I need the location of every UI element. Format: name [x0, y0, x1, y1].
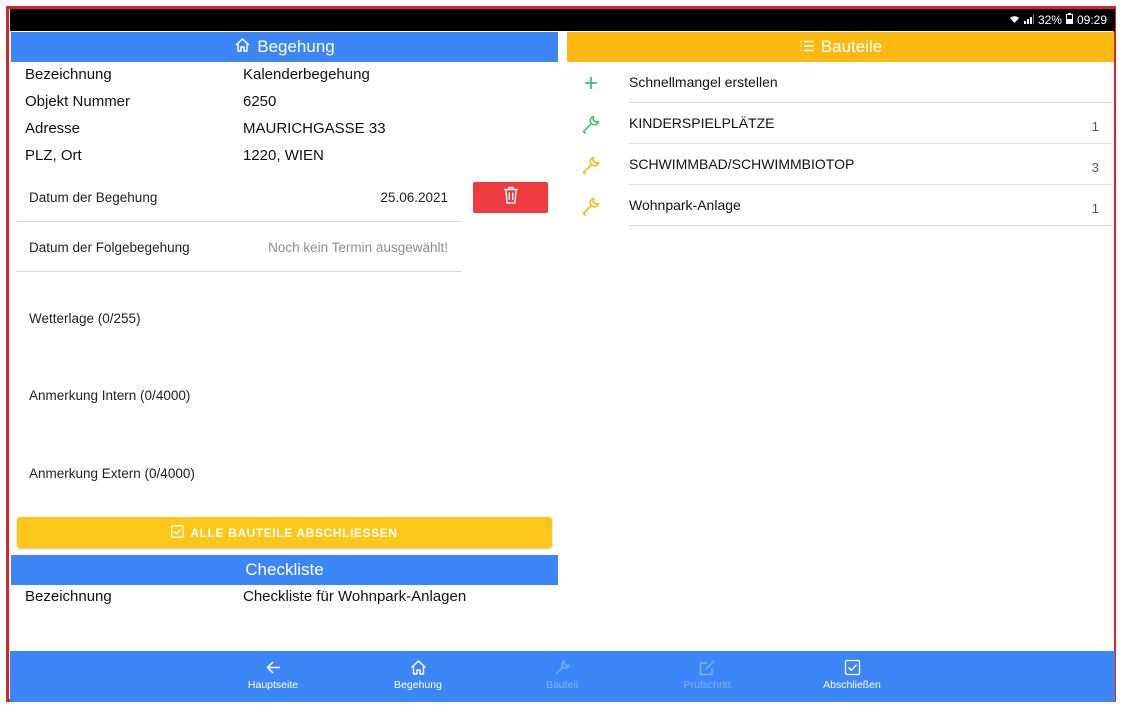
battery-percent: 32%	[1037, 13, 1062, 27]
wrench-icon	[555, 660, 570, 675]
info-value: MAURICHGASSE 33	[243, 120, 386, 137]
nav-label: Abschließen	[823, 679, 881, 691]
info-label: PLZ, Ort	[25, 147, 82, 164]
quick-add-label: Schnellmangel erstellen	[629, 74, 778, 90]
nav-abschliessen[interactable]: Abschließen	[802, 659, 902, 691]
status-bar: 32% 09:29	[10, 9, 1115, 31]
checkbox-icon	[171, 524, 185, 541]
bauteil-count: 3	[1091, 160, 1099, 175]
bauteil-item[interactable]: KINDERSPIELPLÄTZE 1	[567, 103, 1113, 144]
date-label: Datum der Begehung	[29, 190, 158, 205]
wetterlage-label: Wetterlage (0/255)	[29, 311, 141, 326]
info-value: 6250	[243, 93, 277, 110]
checkliste-label: Bezeichnung	[25, 588, 112, 605]
followup-label: Datum der Folgebegehung	[29, 240, 190, 255]
edit-icon	[699, 660, 715, 676]
date-value: 25.06.2021	[380, 190, 448, 205]
wrench-icon	[581, 114, 601, 134]
nav-begehung[interactable]: Begehung	[368, 659, 468, 691]
nav-label: Begehung	[394, 679, 442, 691]
bauteil-item[interactable]: SCHWIMMBAD/SCHWIMMBIOTOP 3	[567, 144, 1113, 185]
bauteile-panel: Bauteile Schnellmangel erstellen KINDERS…	[567, 32, 1114, 651]
trash-icon	[503, 186, 519, 209]
info-value: Kalenderbegehung	[243, 66, 370, 83]
arrow-left-icon	[265, 661, 280, 674]
bauteile-header: Bauteile	[567, 32, 1114, 62]
bauteil-item[interactable]: Wohnpark-Anlage 1	[567, 185, 1113, 226]
nav-label: Bauteil	[545, 679, 579, 691]
wrench-icon	[581, 155, 601, 175]
nav-label: Prüfschritt	[683, 679, 731, 691]
nav-pruefschritt[interactable]: Prüfschritt	[657, 659, 757, 691]
plus-icon	[581, 73, 601, 93]
signal-icon	[1023, 13, 1034, 27]
bottom-navigation: Hauptseite Begehung Bauteil Prüfschritt …	[10, 651, 1115, 702]
info-row-adresse: Adresse MAURICHGASSE 33	[25, 120, 386, 146]
quick-add-defect-item[interactable]: Schnellmangel erstellen	[567, 62, 1113, 103]
nav-label: Hauptseite	[247, 679, 299, 691]
list-icon	[799, 37, 815, 57]
nav-hauptseite[interactable]: Hauptseite	[223, 659, 323, 691]
divider	[629, 225, 1113, 226]
begehung-panel: Begehung Bezeichnung Kalenderbegehung Ob…	[11, 32, 558, 651]
anmerkung-extern-label: Anmerkung Extern (0/4000)	[29, 466, 195, 481]
home-icon	[410, 660, 426, 675]
checkbox-icon	[844, 659, 860, 676]
bauteil-count: 1	[1091, 119, 1099, 134]
checkliste-title: Checkliste	[245, 560, 324, 579]
bauteil-label: Wohnpark-Anlage	[629, 197, 741, 213]
wetterlage-field[interactable]: Wetterlage (0/255)	[29, 311, 141, 326]
nav-bauteil[interactable]: Bauteil	[512, 659, 612, 691]
anmerkung-intern-label: Anmerkung Intern (0/4000)	[29, 388, 191, 403]
info-label: Bezeichnung	[25, 66, 112, 83]
info-row-bezeichnung: Bezeichnung Kalenderbegehung	[25, 66, 370, 92]
clock: 09:29	[1076, 13, 1107, 27]
info-row-plz-ort: PLZ, Ort 1220, WIEN	[25, 147, 324, 173]
info-label: Adresse	[25, 120, 81, 137]
bauteile-title: Bauteile	[820, 37, 883, 56]
followup-date-field[interactable]: Datum der Folgebegehung Noch kein Termin…	[16, 224, 462, 272]
begehung-header: Begehung	[11, 32, 558, 62]
checkliste-header: Checkliste	[11, 555, 558, 585]
home-icon	[234, 37, 251, 58]
anmerkung-extern-field[interactable]: Anmerkung Extern (0/4000)	[29, 466, 195, 481]
bauteil-label: SCHWIMMBAD/SCHWIMMBIOTOP	[629, 156, 855, 172]
bauteil-count: 1	[1091, 201, 1099, 216]
info-row-objekt-nummer: Objekt Nummer 6250	[25, 93, 276, 119]
info-value: 1220, WIEN	[243, 147, 324, 164]
delete-date-button[interactable]	[473, 182, 548, 213]
checkliste-row: Bezeichnung Checkliste für Wohnpark-Anla…	[25, 588, 466, 614]
anmerkung-intern-field[interactable]: Anmerkung Intern (0/4000)	[29, 388, 190, 403]
info-label: Objekt Nummer	[25, 93, 131, 110]
battery-icon	[1065, 13, 1073, 27]
bauteil-label: KINDERSPIELPLÄTZE	[629, 115, 775, 131]
close-all-components-button[interactable]: ALLE BAUTEILE ABSCHLIESSEN	[17, 517, 552, 548]
close-all-label: ALLE BAUTEILE ABSCHLIESSEN	[190, 525, 398, 540]
checkliste-value: Checkliste für Wohnpark-Anlagen	[243, 588, 467, 605]
wifi-icon	[1009, 13, 1020, 27]
followup-placeholder: Noch kein Termin ausgewählt!	[268, 240, 448, 255]
begehung-title: Begehung	[257, 37, 335, 56]
wrench-icon	[581, 196, 601, 216]
begehung-date-field[interactable]: Datum der Begehung 25.06.2021	[16, 174, 462, 222]
